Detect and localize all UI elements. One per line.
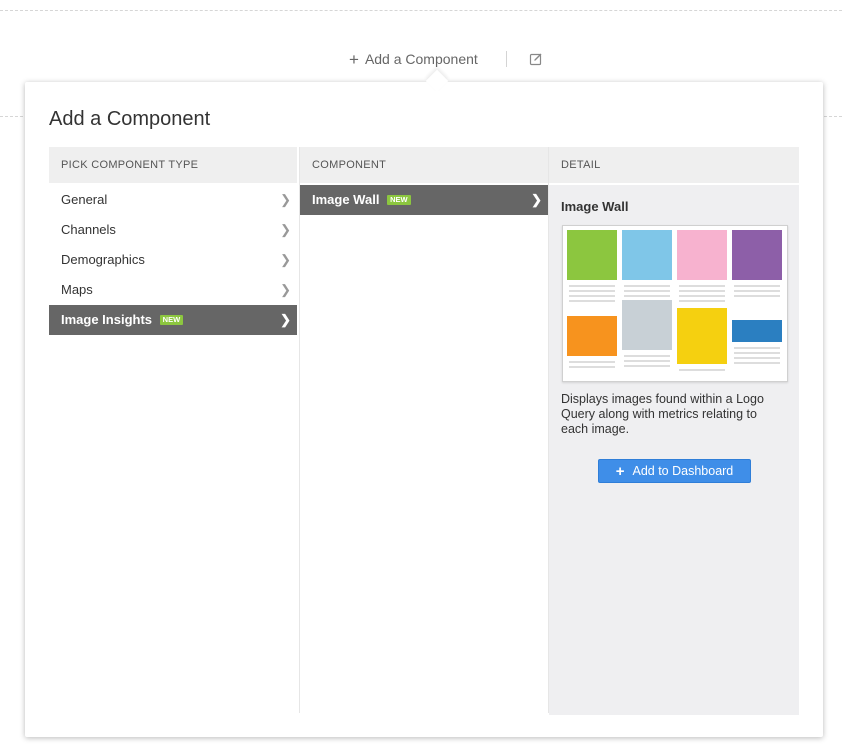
preview-tile-meta	[622, 350, 672, 367]
detail-column: DETAIL Image Wall Displays images found …	[549, 147, 799, 715]
add-component-trigger[interactable]: + Add a Component	[349, 51, 478, 68]
chevron-right-icon: ❯	[280, 282, 291, 297]
chevron-right-icon: ❯	[280, 192, 291, 207]
preview-tile-meta	[567, 356, 617, 368]
preview-tile-image	[732, 230, 782, 280]
type-item-label: Image Insights	[61, 312, 153, 327]
preview-tile	[622, 230, 672, 300]
preview-tile-image	[677, 230, 727, 280]
preview-tile-image	[567, 316, 617, 356]
add-component-label: Add a Component	[364, 51, 478, 67]
preview-tile	[677, 230, 727, 305]
type-item-label: Channels	[61, 222, 116, 237]
chevron-right-icon: ❯	[280, 252, 291, 267]
preview-tile	[732, 230, 782, 300]
chevron-right-icon: ❯	[280, 312, 291, 327]
component-column: COMPONENT Image Wall NEW ❯	[299, 147, 549, 713]
preview-tile-meta	[567, 280, 617, 302]
dialog-title: Add a Component	[49, 108, 211, 130]
type-item-image-insights[interactable]: Image Insights NEW ❯	[49, 305, 297, 335]
preview-tile-image	[622, 230, 672, 280]
component-column-header: COMPONENT	[300, 147, 548, 183]
type-item-general[interactable]: General ❯	[49, 185, 297, 215]
preview-tile-meta	[732, 342, 782, 364]
add-to-dashboard-label: Add to Dashboard	[632, 464, 734, 478]
preview-tile-meta	[677, 280, 727, 302]
preview-tile	[677, 308, 727, 374]
type-item-channels[interactable]: Channels ❯	[49, 215, 297, 245]
preview-tile-meta	[677, 364, 727, 371]
preview-tile-image	[622, 300, 672, 350]
detail-panel: Image Wall Displays images found within …	[549, 185, 799, 715]
image-wall-preview	[562, 225, 788, 382]
chevron-right-icon: ❯	[280, 222, 291, 237]
preview-tile-meta	[732, 280, 782, 297]
top-dashed-divider	[0, 10, 842, 11]
type-item-maps[interactable]: Maps ❯	[49, 275, 297, 305]
popover-arrow	[425, 69, 449, 93]
new-badge: NEW	[387, 195, 411, 205]
preview-tile-image	[732, 320, 782, 342]
type-item-demographics[interactable]: Demographics ❯	[49, 245, 297, 275]
type-column-header: PICK COMPONENT TYPE	[49, 147, 297, 183]
add-component-dialog: Add a Component PICK COMPONENT TYPE Gene…	[25, 69, 823, 737]
preview-tile-meta	[622, 280, 672, 297]
type-item-label: Demographics	[61, 252, 145, 267]
preview-tile-image	[567, 230, 617, 280]
detail-description: Displays images found within a Logo Quer…	[561, 392, 764, 436]
component-type-column: PICK COMPONENT TYPE General ❯ Channels ❯…	[49, 147, 297, 713]
preview-tile	[567, 230, 617, 305]
component-item-label: Image Wall	[312, 192, 380, 207]
detail-title: Image Wall	[561, 199, 629, 214]
dashboard-toolbar: + Add a Component	[349, 48, 543, 70]
component-item-image-wall[interactable]: Image Wall NEW ❯	[300, 185, 548, 215]
edit-icon[interactable]	[529, 52, 543, 66]
plus-icon: +	[349, 49, 359, 69]
type-item-label: Maps	[61, 282, 93, 297]
preview-tile	[622, 300, 672, 370]
chevron-right-icon: ❯	[531, 192, 542, 207]
add-to-dashboard-button[interactable]: + Add to Dashboard	[598, 459, 751, 483]
toolbar-separator	[505, 51, 507, 67]
preview-tile	[732, 320, 782, 367]
detail-column-header: DETAIL	[549, 147, 799, 183]
component-list: Image Wall NEW ❯	[300, 183, 548, 215]
preview-tile	[567, 316, 617, 371]
type-item-label: General	[61, 192, 108, 207]
preview-tile-image	[677, 308, 727, 364]
component-type-list: General ❯ Channels ❯ Demographics ❯ Maps…	[49, 183, 297, 335]
plus-icon: +	[615, 462, 625, 480]
new-badge: NEW	[159, 315, 184, 325]
